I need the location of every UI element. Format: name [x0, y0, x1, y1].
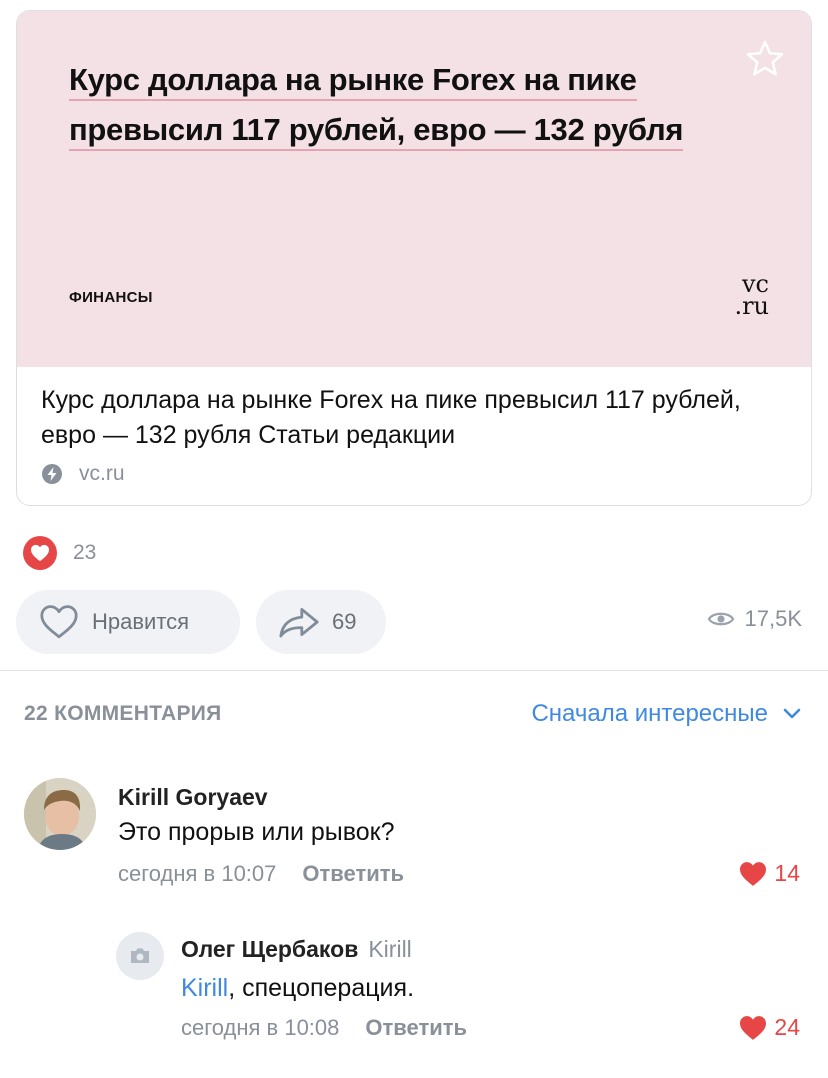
comment-time: сегодня в 10:07 [118, 861, 277, 886]
link-preview-image[interactable]: Курс доллара на рынке Forex на пике прев… [17, 11, 811, 367]
like-button[interactable]: Нравится [16, 590, 240, 654]
comment-time: сегодня в 10:08 [181, 1015, 340, 1040]
star-icon[interactable] [743, 37, 787, 81]
share-count: 69 [332, 609, 357, 634]
divider [0, 670, 828, 671]
reply-button[interactable]: Ответить [302, 861, 404, 887]
share-icon [279, 608, 319, 638]
comment-like-button[interactable]: 14 [738, 860, 800, 887]
sort-label: Сначала интересные [531, 700, 768, 727]
reply-to-user[interactable]: Kirill [368, 936, 411, 962]
comment-text: Это прорыв или рывок? [118, 818, 395, 846]
heart-icon [740, 861, 767, 886]
comment-text: Kirill, спецоперация. [181, 974, 415, 1002]
reactions-summary[interactable]: 23 [23, 536, 96, 570]
comment-like-count: 14 [774, 860, 800, 886]
sort-dropdown[interactable]: Сначала интересные [531, 700, 802, 728]
views-count: 17,5K [744, 606, 803, 631]
vc-logo: vc .ru [734, 270, 769, 320]
comments-count: 22 КОММЕНТАРИЯ [24, 702, 222, 725]
comment-author[interactable]: Олег Щербаков [181, 936, 358, 962]
comment-like-button[interactable]: 24 [738, 1014, 800, 1041]
link-title[interactable]: Курс доллара на рынке Forex на пике прев… [41, 383, 781, 453]
lightning-icon [42, 464, 62, 484]
preview-category: ФИНАНСЫ [69, 289, 153, 306]
eye-icon [707, 612, 734, 626]
comment-author-line: Олег Щербаков Kirill [181, 936, 412, 963]
heart-icon [23, 536, 57, 570]
link-source[interactable]: vc.ru [41, 461, 125, 487]
source-domain: vc.ru [79, 462, 125, 485]
link-card[interactable]: Курс доллара на рынке Forex на пике прев… [16, 10, 812, 506]
mention-link[interactable]: Kirill [181, 974, 228, 1002]
chevron-down-icon [783, 708, 801, 719]
comment-like-count: 24 [774, 1014, 800, 1040]
preview-title: Курс доллара на рынке Forex на пике прев… [69, 55, 719, 155]
reactions-count: 23 [73, 541, 97, 564]
share-button[interactable]: 69 [256, 590, 386, 654]
avatar-placeholder[interactable] [116, 932, 164, 980]
heart-icon [740, 1015, 767, 1040]
camera-icon [131, 948, 149, 963]
comment-meta: сегодня в 10:07 Ответить [118, 861, 404, 887]
comment-author[interactable]: Kirill Goryaev [118, 784, 268, 811]
reply-button[interactable]: Ответить [365, 1015, 467, 1041]
heart-outline-icon [40, 605, 78, 639]
avatar[interactable] [24, 778, 96, 850]
comment-meta: сегодня в 10:08 Ответить [181, 1015, 467, 1041]
views-counter: 17,5K [707, 606, 803, 632]
like-label: Нравится [92, 609, 190, 634]
